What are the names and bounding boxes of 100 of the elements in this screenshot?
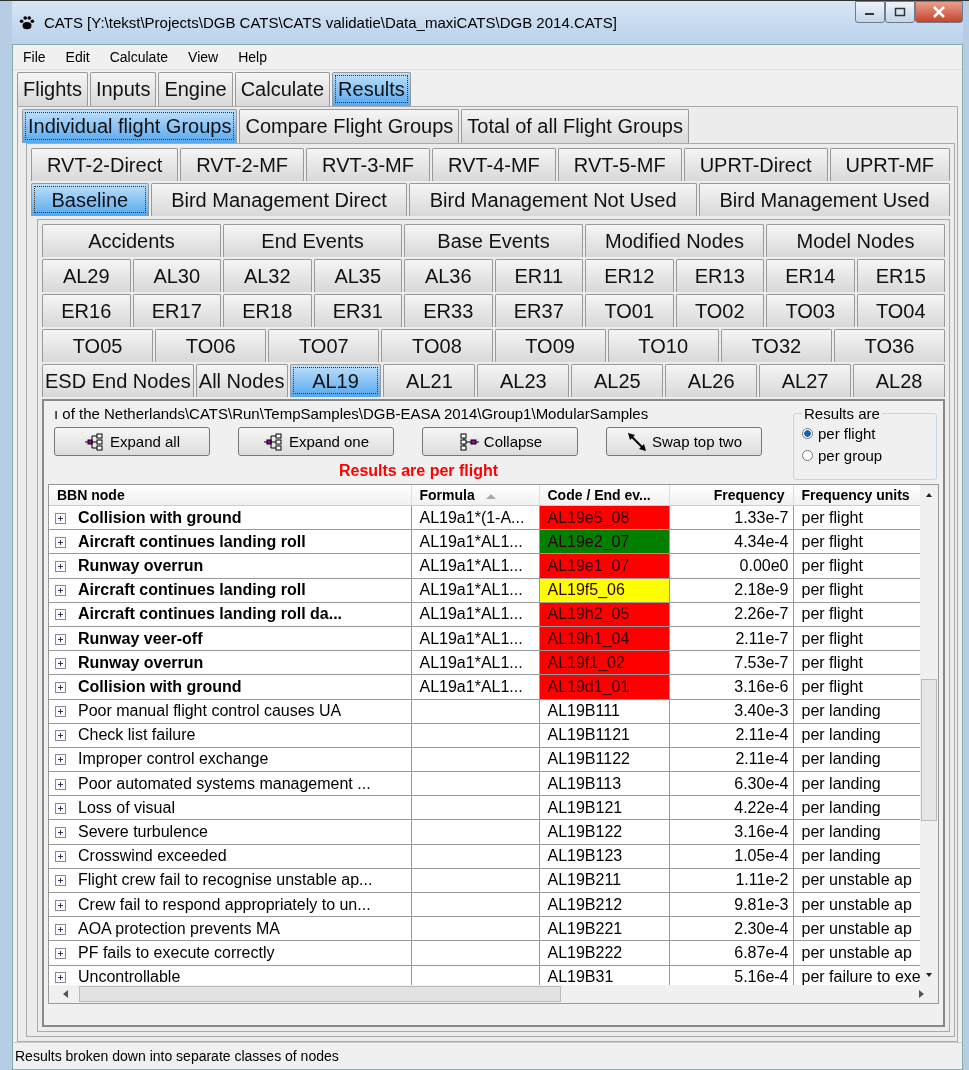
close-button[interactable]	[915, 1, 963, 23]
column-header[interactable]: Frequency units	[793, 485, 920, 506]
expand-icon[interactable]	[55, 778, 66, 790]
tab[interactable]: RVT-3-MF	[306, 148, 430, 181]
tab[interactable]: ER18	[223, 294, 312, 327]
tab[interactable]: Accidents	[42, 224, 221, 257]
tab[interactable]: TO06	[155, 329, 267, 362]
scroll-down-icon[interactable]	[924, 971, 934, 979]
tab[interactable]: Modified Nodes	[585, 224, 764, 257]
menu-item[interactable]: Edit	[55, 49, 100, 65]
expand-icon[interactable]	[55, 536, 66, 548]
menu-item[interactable]: View	[178, 49, 229, 65]
tab[interactable]: ER33	[404, 294, 493, 327]
tab[interactable]: Inputs	[89, 72, 157, 106]
menu-item[interactable]: File	[13, 49, 56, 65]
expand-icon[interactable]	[55, 899, 66, 911]
expand-icon[interactable]	[55, 754, 66, 766]
expand-icon[interactable]	[55, 947, 66, 959]
tab[interactable]: All Nodes	[195, 364, 288, 397]
tool-button[interactable]: Swap top two	[606, 427, 762, 456]
vertical-scrollbar[interactable]	[920, 485, 938, 985]
menu-item[interactable]: Help	[228, 49, 277, 65]
tab[interactable]: ER13	[675, 259, 764, 292]
tab[interactable]: TO10	[607, 329, 719, 362]
expand-icon[interactable]	[55, 730, 66, 742]
tab[interactable]: End Events	[223, 224, 402, 257]
tab[interactable]: ER12	[585, 259, 674, 292]
scroll-left-icon[interactable]	[61, 989, 71, 999]
tab[interactable]: TO09	[494, 329, 606, 362]
tab[interactable]: RVT-2-MF	[180, 148, 305, 181]
menu-item[interactable]: Calculate	[99, 49, 179, 65]
tab[interactable]: TO04	[856, 294, 945, 327]
column-header[interactable]: Frequency	[669, 485, 793, 506]
tool-button[interactable]: Expand all	[54, 427, 210, 456]
tab[interactable]: AL32	[223, 259, 312, 292]
tab[interactable]: AL29	[42, 259, 131, 292]
scroll-right-icon[interactable]	[916, 989, 926, 999]
tab[interactable]: ER14	[766, 259, 855, 292]
tab[interactable]: TO01	[585, 294, 674, 327]
tab[interactable]: TO05	[42, 329, 154, 362]
tab[interactable]: Base Events	[404, 224, 583, 257]
tab[interactable]: Bird Management Used	[699, 183, 951, 216]
radio-option[interactable]: per group	[802, 444, 928, 466]
tab[interactable]: AL21	[383, 364, 476, 397]
expand-icon[interactable]	[55, 972, 66, 984]
tab[interactable]: TO08	[381, 329, 493, 362]
tab[interactable]: Results	[332, 72, 411, 106]
minimize-button[interactable]	[855, 1, 885, 23]
expand-icon[interactable]	[55, 657, 66, 669]
tool-button[interactable]: Collapse	[422, 427, 578, 456]
tab[interactable]: TO36	[833, 329, 945, 362]
tab[interactable]: UPRT-Direct	[683, 148, 828, 181]
tab[interactable]: ER11	[494, 259, 583, 292]
tab[interactable]: RVT-5-MF	[557, 148, 682, 181]
column-header[interactable]: Formula	[411, 485, 539, 506]
tab[interactable]: ER37	[494, 294, 583, 327]
tab[interactable]: AL23	[477, 364, 570, 397]
tab[interactable]: AL35	[313, 259, 402, 292]
tab[interactable]: ER15	[856, 259, 945, 292]
expand-icon[interactable]	[55, 923, 66, 935]
tab[interactable]: ER31	[313, 294, 402, 327]
tab[interactable]: AL28	[853, 364, 945, 397]
tab[interactable]: Bird Management Direct	[150, 183, 408, 216]
tab[interactable]: AL30	[132, 259, 221, 292]
expand-icon[interactable]	[55, 706, 66, 718]
expand-icon[interactable]	[55, 681, 66, 693]
column-header[interactable]: Code / End ev...	[539, 485, 669, 506]
horizontal-scrollbar[interactable]	[49, 985, 938, 1003]
expand-icon[interactable]	[55, 827, 66, 839]
tab[interactable]: TO03	[766, 294, 855, 327]
tab[interactable]: Engine	[158, 72, 233, 106]
tab[interactable]: AL19	[289, 364, 382, 397]
tab[interactable]: TO07	[268, 329, 380, 362]
expand-icon[interactable]	[55, 802, 66, 814]
tab[interactable]: Flights	[17, 72, 88, 106]
tab[interactable]: AL25	[571, 364, 664, 397]
tab[interactable]: AL27	[759, 364, 852, 397]
expand-icon[interactable]	[55, 633, 66, 645]
radio-button[interactable]	[802, 427, 813, 439]
expand-icon[interactable]	[55, 560, 66, 572]
tab[interactable]: Compare Flight Groups	[239, 109, 460, 143]
expand-icon[interactable]	[55, 851, 66, 863]
radio-option[interactable]: per flight	[802, 422, 928, 444]
tab[interactable]: Total of all Flight Groups	[461, 109, 689, 143]
tab[interactable]: UPRT-MF	[829, 148, 951, 181]
tab[interactable]: ESD End Nodes	[42, 364, 194, 397]
expand-icon[interactable]	[55, 875, 66, 887]
tool-button[interactable]: Expand one	[238, 427, 394, 456]
tab[interactable]: Baseline	[31, 183, 149, 216]
column-header[interactable]: BBN node	[49, 485, 411, 506]
expand-icon[interactable]	[55, 512, 66, 524]
tab[interactable]: AL36	[404, 259, 493, 292]
tab[interactable]: Model Nodes	[766, 224, 945, 257]
tab[interactable]: Calculate	[234, 72, 331, 106]
expand-icon[interactable]	[55, 609, 66, 621]
tab[interactable]: ER17	[132, 294, 221, 327]
expand-icon[interactable]	[55, 585, 66, 597]
tab[interactable]: TO32	[720, 329, 832, 362]
scroll-up-icon[interactable]	[924, 491, 934, 499]
radio-button[interactable]	[802, 449, 813, 461]
